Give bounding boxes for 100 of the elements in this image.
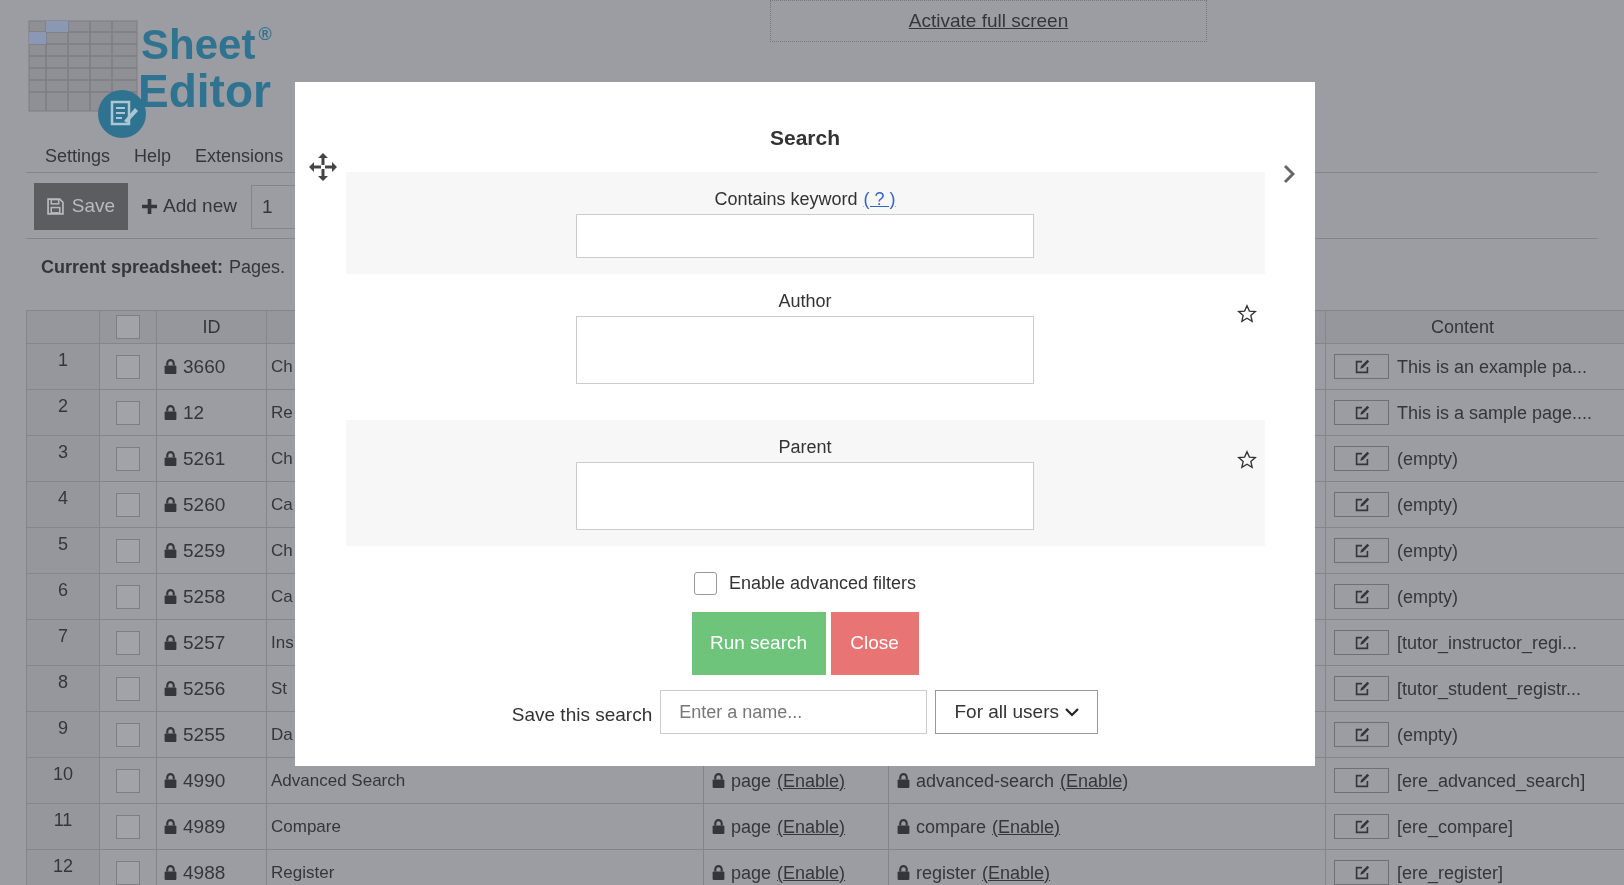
- edit-button[interactable]: [1334, 446, 1389, 471]
- table-cell: 5255: [183, 724, 226, 745]
- row-number: 12: [27, 850, 100, 885]
- checkbox[interactable]: [116, 860, 140, 885]
- enable-link[interactable]: (Enable): [777, 816, 846, 837]
- edit-button[interactable]: [1334, 400, 1389, 425]
- lock-icon: [164, 681, 177, 696]
- checkbox[interactable]: [116, 354, 140, 379]
- text-field[interactable]: [576, 316, 1034, 384]
- lock-icon: [164, 543, 177, 558]
- lock-icon: [897, 865, 910, 880]
- row-number: 11: [27, 804, 100, 850]
- edit-button[interactable]: [1334, 860, 1389, 885]
- table-cell: Ch: [271, 540, 293, 561]
- table-cell: Advanced Search: [271, 770, 406, 791]
- name-field[interactable]: Enter a name...: [660, 690, 928, 734]
- checkbox[interactable]: [116, 768, 140, 793]
- dialog-title: Search: [769, 125, 840, 151]
- table-cell: [tutor_instructor_regi...: [1397, 632, 1578, 653]
- lock-icon: [164, 589, 177, 604]
- field-label: Contains keyword: [714, 188, 858, 211]
- help-link[interactable]: ( ? ): [863, 186, 896, 214]
- plus-icon: [142, 199, 157, 214]
- star-icon[interactable]: [1236, 304, 1257, 324]
- spreadsheet-grid-icon: [28, 20, 138, 112]
- edit-button[interactable]: [1334, 722, 1389, 747]
- row-number: 2: [27, 390, 100, 436]
- save-button[interactable]: Save: [34, 183, 128, 230]
- table-cell: 4990: [183, 770, 226, 791]
- lock-icon: [164, 865, 177, 880]
- checkbox[interactable]: [116, 492, 140, 517]
- menu-item[interactable]: Settings: [45, 142, 111, 170]
- edit-button[interactable]: [1334, 492, 1389, 517]
- checkbox[interactable]: [116, 538, 140, 563]
- move-icon: [309, 153, 337, 181]
- row-number: 8: [27, 666, 100, 712]
- table-cell: Ca: [271, 494, 293, 515]
- table-cell: page: [731, 770, 772, 791]
- row-number: 4: [27, 482, 100, 528]
- edit-button[interactable]: [1334, 814, 1389, 839]
- logo-text: Sheet: [141, 24, 256, 66]
- star-icon[interactable]: [1236, 450, 1257, 470]
- lock-icon: [164, 451, 177, 466]
- edit-button[interactable]: [1334, 354, 1389, 379]
- table-cell: Ins: [271, 632, 294, 653]
- edit-button[interactable]: [1334, 768, 1389, 793]
- edit-button[interactable]: [1334, 538, 1389, 563]
- row-number: 1: [27, 344, 100, 390]
- row-number: 5: [27, 528, 100, 574]
- full-screen-link[interactable]: Activate full screen: [908, 6, 1069, 36]
- spreadsheet-label: Current spreadsheet:: [41, 256, 224, 279]
- checkbox[interactable]: [116, 722, 140, 747]
- row-number: 3: [27, 436, 100, 482]
- table-cell: [ere_register]: [1397, 862, 1504, 883]
- checkbox[interactable]: [116, 814, 140, 839]
- checkbox[interactable]: [116, 315, 140, 339]
- enable-link[interactable]: (Enable): [1060, 770, 1129, 791]
- table-cell: 4988: [183, 862, 226, 883]
- table-cell: Compare: [271, 816, 341, 837]
- enable-link[interactable]: (Enable): [777, 770, 846, 791]
- lock-icon: [164, 359, 177, 374]
- table-cell: (empty): [1397, 494, 1458, 515]
- lock-icon: [164, 819, 177, 834]
- edit-button[interactable]: [1334, 630, 1389, 655]
- checkbox[interactable]: [116, 676, 140, 701]
- table-cell: 5259: [183, 540, 226, 561]
- table-cell: Re: [271, 402, 293, 423]
- menu-item[interactable]: Help: [134, 142, 172, 170]
- table-cell: 12: [183, 402, 205, 423]
- text-field[interactable]: [576, 462, 1034, 530]
- enable-link[interactable]: (Enable): [992, 816, 1061, 837]
- checkbox[interactable]: [116, 446, 140, 471]
- lock-icon: [712, 865, 725, 880]
- scope-dropdown[interactable]: For all users: [935, 690, 1099, 734]
- text-field[interactable]: [576, 214, 1034, 258]
- lock-icon: [164, 727, 177, 742]
- table-cell: page: [731, 862, 772, 883]
- checkbox[interactable]: [116, 400, 140, 425]
- field-label: Parent: [778, 436, 832, 459]
- add-new-button[interactable]: Add new: [142, 192, 237, 221]
- spreadsheet-name: Pages.: [229, 256, 286, 279]
- edit-button[interactable]: [1334, 584, 1389, 609]
- row-number: 7: [27, 620, 100, 666]
- table-cell: This is a sample page....: [1397, 402, 1593, 423]
- enable-link[interactable]: (Enable): [777, 862, 846, 883]
- checkbox[interactable]: [693, 571, 717, 595]
- table-cell: 3660: [183, 356, 226, 377]
- menu-item[interactable]: Extensions: [195, 142, 284, 170]
- checkbox[interactable]: [116, 584, 140, 609]
- edit-button[interactable]: [1334, 676, 1389, 701]
- enable-link[interactable]: (Enable): [982, 862, 1051, 883]
- chevron-right-icon: [1283, 164, 1295, 184]
- table-cell: page: [731, 816, 772, 837]
- registered-mark: ®: [258, 24, 272, 44]
- close-button[interactable]: Close: [830, 612, 919, 675]
- lock-icon: [164, 405, 177, 420]
- checkbox[interactable]: [116, 630, 140, 655]
- table-cell: [ere_compare]: [1397, 816, 1514, 837]
- column-header: ID: [202, 317, 221, 337]
- row-number: 9: [27, 712, 100, 758]
